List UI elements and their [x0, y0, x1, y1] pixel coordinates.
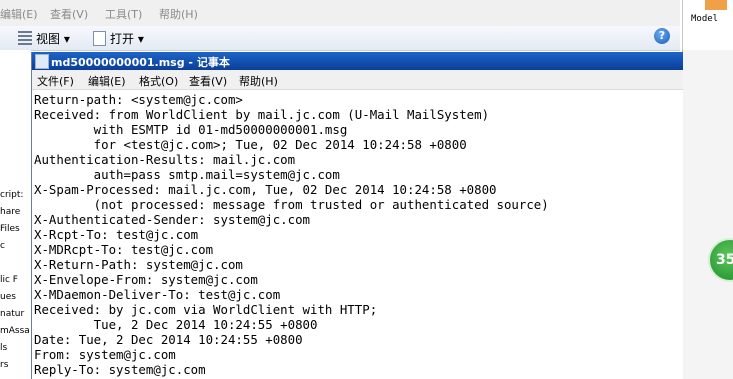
text-line: Authentication-Results: mail.jc.com: [34, 152, 296, 167]
notepad-title-bar[interactable]: md50000000001.msg - 记事本: [32, 52, 683, 70]
left-list-item[interactable]: ues: [0, 292, 16, 302]
text-line: with ESMTP id 01-md50000000001.msg: [34, 122, 348, 137]
views-icon: [18, 31, 32, 45]
model-label: Model: [691, 14, 719, 24]
background-toolbar: 视图 ▾ 打开 ▾: [0, 26, 680, 51]
model-file-icon: [705, 0, 727, 10]
menu-view[interactable]: 查看(V): [189, 73, 227, 89]
background-menubar: 编辑(E) 查看(V) 工具(T) 帮助(H): [0, 0, 680, 26]
left-folder-list: cript: hare Files c lic F ues natur mAss…: [0, 50, 31, 379]
right-preview-panel: Model: [682, 0, 733, 50]
text-line: Date: Tue, 2 Dec 2014 10:24:55 +0800: [34, 332, 303, 347]
menu-edit[interactable]: 编辑(E): [0, 6, 38, 22]
notepad-menubar: 文件(F) 编辑(E) 格式(O) 查看(V) 帮助(H): [32, 70, 683, 90]
notepad-text-area[interactable]: Return-path: <system@jc.com> Received: fr…: [34, 92, 679, 379]
text-line: Received: by jc.com via WorldClient with…: [34, 302, 378, 317]
menu-tools[interactable]: 工具(T): [105, 6, 142, 22]
text-line: X-MDRcpt-To: test@jc.com: [34, 242, 214, 257]
text-line: Return-path: <system@jc.com>: [34, 92, 243, 107]
menu-format[interactable]: 格式(O): [139, 73, 178, 89]
text-line: for <test@jc.com>; Tue, 02 Dec 2014 10:2…: [34, 137, 467, 152]
text-line: Tue, 2 Dec 2014 10:24:55 +0800: [34, 317, 318, 332]
left-list-item[interactable]: mAssa: [0, 326, 30, 336]
menu-file[interactable]: 文件(F): [37, 73, 74, 89]
left-list-item[interactable]: lic F: [0, 275, 18, 285]
open-button[interactable]: 打开 ▾: [93, 29, 144, 47]
text-line: X-Envelope-From: system@jc.com: [34, 272, 258, 287]
menu-help[interactable]: 帮助(H): [159, 6, 198, 22]
text-line: X-Spam-Processed: mail.jc.com, Tue, 02 D…: [34, 182, 497, 197]
left-list-item[interactable]: Files: [0, 224, 20, 234]
text-line: auth=pass smtp.mail=system@jc.com: [34, 167, 340, 182]
notepad-window: md50000000001.msg - 记事本 文件(F) 编辑(E) 格式(O…: [31, 52, 683, 379]
views-button[interactable]: 视图 ▾: [18, 29, 70, 47]
text-line: Received: from WorldClient by mail.jc.co…: [34, 107, 490, 122]
text-line: X-Rcpt-To: test@jc.com: [34, 227, 199, 242]
open-label: 打开 ▾: [110, 31, 144, 46]
text-line: X-Return-Path: system@jc.com: [34, 257, 243, 272]
menu-view[interactable]: 查看(V): [50, 6, 88, 22]
help-icon[interactable]: ?: [654, 28, 670, 44]
left-list-item[interactable]: ls: [0, 343, 7, 353]
text-line: Reply-To: system@jc.com: [34, 362, 206, 377]
left-list-item[interactable]: natur: [0, 309, 24, 319]
left-list-item[interactable]: cript:: [0, 190, 23, 200]
text-line: From: system@jc.com: [34, 347, 176, 362]
document-icon: [93, 30, 106, 46]
notepad-title: md50000000001.msg - 记事本: [51, 56, 230, 69]
text-line: X-Authenticated-Sender: system@jc.com: [34, 212, 311, 227]
left-list-item[interactable]: hare: [0, 207, 20, 217]
menu-edit[interactable]: 编辑(E): [88, 73, 126, 89]
right-side-area: [682, 50, 733, 379]
text-line: (not processed: message from trusted or …: [34, 197, 549, 212]
menu-help[interactable]: 帮助(H): [239, 73, 278, 89]
notepad-icon: [35, 54, 49, 69]
left-list-item[interactable]: c: [0, 241, 5, 251]
left-list-item[interactable]: rs: [0, 360, 8, 370]
text-line: X-MDaemon-Deliver-To: test@jc.com: [34, 287, 281, 302]
views-label: 视图 ▾: [36, 31, 70, 46]
